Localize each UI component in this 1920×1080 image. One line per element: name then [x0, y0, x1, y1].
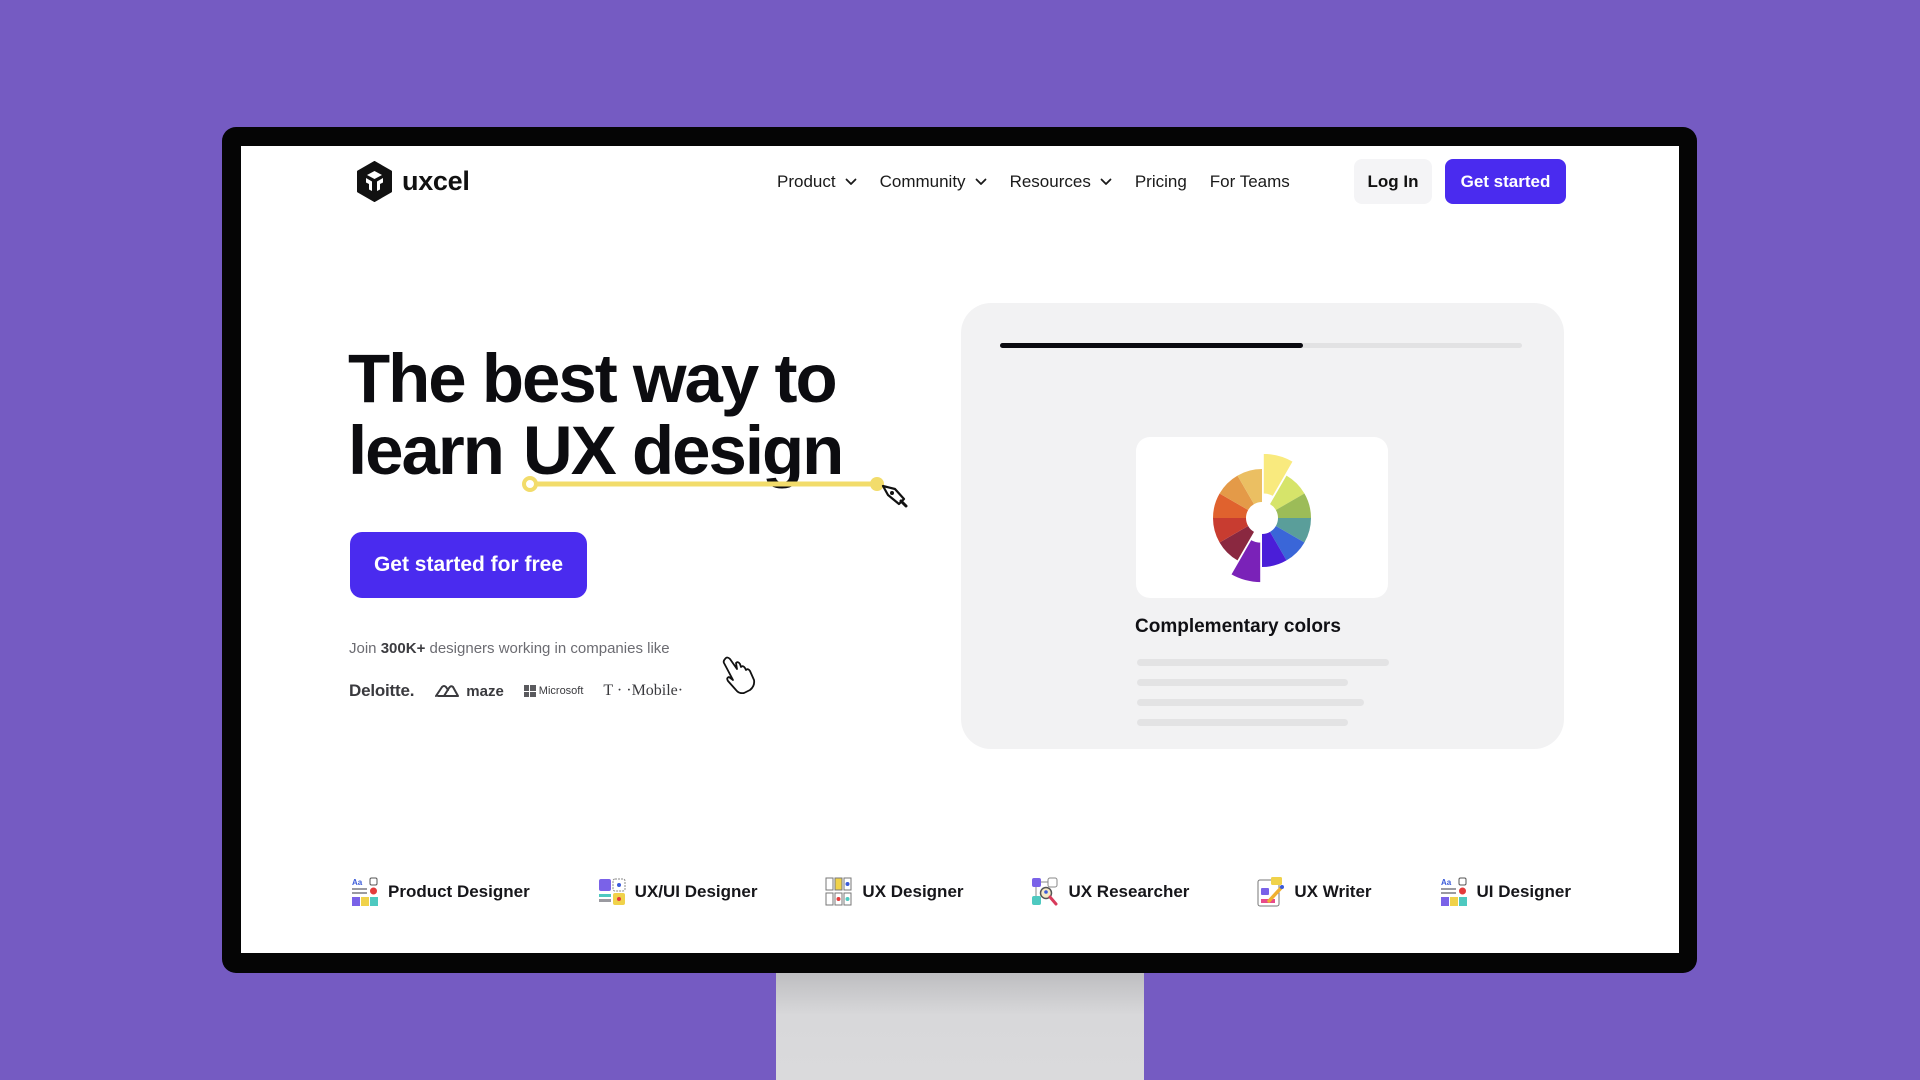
lesson-title: Complementary colors [1135, 616, 1341, 637]
pen-tool-cursor-icon [881, 484, 908, 508]
nav-item-label: Product [777, 172, 836, 191]
join-suffix: designers working in companies like [429, 640, 670, 657]
nav-item-label: For Teams [1209, 172, 1290, 191]
role-tracks: Aa Product Designer UX/UI Designer UX De… [351, 877, 1571, 907]
role-product-designer[interactable]: Aa Product Designer [351, 877, 530, 907]
ux-writer-icon [1257, 877, 1285, 907]
skeleton-line [1137, 699, 1364, 706]
get-started-button[interactable]: Get started [1445, 159, 1566, 204]
deloitte-logo: Deloitte. [349, 681, 415, 700]
skeleton-line [1137, 679, 1348, 686]
chevron-down-icon [1100, 178, 1112, 185]
hero-title-line1: The best way to [348, 340, 838, 417]
chevron-down-icon [975, 178, 986, 185]
lesson-progress-fill [1000, 343, 1303, 348]
hero-title-prefix: learn [348, 412, 505, 489]
nav-item-label: Resources [1009, 172, 1091, 191]
nav-item-for-teams[interactable]: For Teams [1210, 172, 1290, 192]
social-proof-text: Join 300K+ designers working in companie… [349, 640, 670, 657]
maze-logo: maze [434, 683, 504, 700]
role-ux-ui-designer[interactable]: UX/UI Designer [598, 877, 758, 907]
nav-item-label: Community [879, 172, 966, 191]
role-label: UX/UI Designer [634, 882, 758, 901]
microsoft-logo: Microsoft [523, 685, 584, 697]
nav-item-pricing[interactable]: Pricing [1135, 172, 1187, 192]
role-label: UI Designer [1476, 882, 1571, 901]
product-designer-icon: Aa [352, 877, 378, 906]
ux-researcher-icon [1032, 877, 1058, 906]
nav-item-community[interactable]: Community [880, 172, 987, 192]
ux-ui-designer-icon [598, 878, 626, 905]
uxcel-logo-icon [357, 161, 392, 202]
nav-item-label: Pricing [1134, 172, 1187, 191]
svg-text:Aa: Aa [1441, 878, 1452, 887]
svg-text:Aa: Aa [352, 878, 363, 887]
role-ux-researcher[interactable]: UX Researcher [1031, 877, 1189, 907]
nav-item-resources[interactable]: Resources [1010, 172, 1112, 192]
role-ui-designer[interactable]: Aa UI Designer [1440, 877, 1571, 907]
role-label: UX Researcher [1068, 882, 1190, 901]
logo-text: uxcel [402, 166, 470, 196]
ui-designer-icon: Aa [1440, 877, 1467, 906]
company-logos: Deloitte. maze Microsoft T · ·Mobile· [349, 681, 683, 701]
hero-title-line2: learn UX design [348, 412, 844, 489]
nav-item-product[interactable]: Product [777, 172, 857, 192]
microsoft-grid-icon [523, 685, 536, 697]
role-ux-writer[interactable]: UX Writer [1257, 877, 1372, 907]
login-button[interactable]: Log In [1354, 159, 1432, 204]
role-label: UX Designer [862, 882, 964, 901]
chevron-down-icon [845, 178, 856, 185]
maze-mark-icon [435, 685, 460, 697]
maze-logo-text: maze [466, 682, 504, 700]
website-screen: uxcel Product Community Resources Pricin… [241, 146, 1679, 953]
hero-title-highlight: UX design [522, 412, 844, 489]
hero-title: The best way to learn UX design [348, 340, 844, 489]
role-label: Product Designer [388, 882, 530, 901]
monitor-stand [776, 972, 1144, 1080]
role-label: UX Writer [1294, 882, 1372, 901]
main-nav: Product Community Resources Pricing For … [777, 172, 1313, 192]
skeleton-line [1137, 719, 1348, 726]
role-ux-designer[interactable]: UX Designer [825, 877, 964, 907]
t-mobile-logo: T · ·Mobile· [603, 682, 684, 699]
ux-designer-icon [825, 877, 852, 906]
join-count: 300K+ [380, 640, 426, 657]
logo[interactable]: uxcel [356, 161, 470, 202]
lesson-preview-card: Complementary colors [961, 303, 1564, 749]
get-started-free-button[interactable]: Get started for free [350, 532, 587, 598]
skeleton-line [1137, 659, 1389, 666]
join-prefix: Join [349, 640, 377, 657]
hand-pointer-cursor-icon [722, 656, 756, 694]
color-wheel-tile [1136, 437, 1388, 598]
color-wheel-icon [1213, 452, 1311, 584]
lesson-progress-bar [1000, 343, 1522, 348]
microsoft-logo-text: Microsoft [538, 685, 584, 697]
